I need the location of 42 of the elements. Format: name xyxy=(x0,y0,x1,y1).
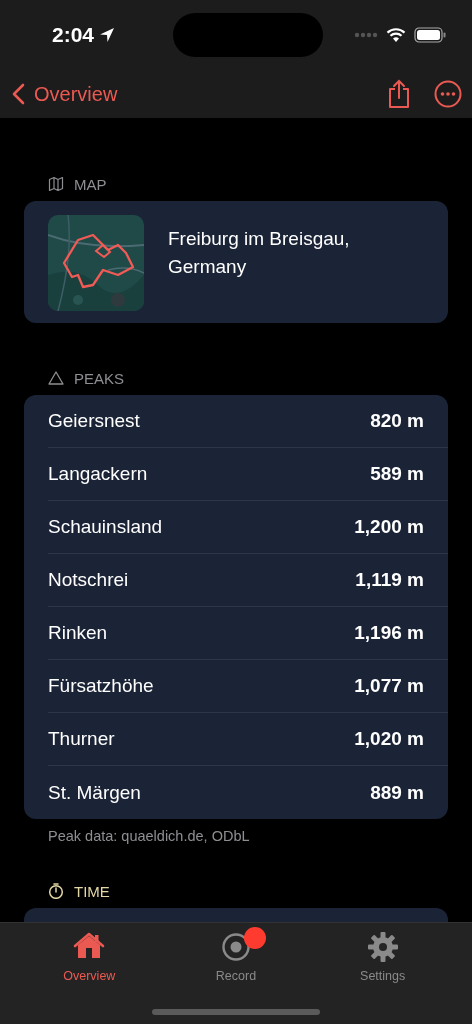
more-icon xyxy=(434,80,462,108)
status-time: 2:04 xyxy=(52,23,95,47)
share-button[interactable] xyxy=(386,79,412,109)
gear-icon xyxy=(366,931,399,963)
peak-elevation: 820 m xyxy=(370,410,424,432)
signal-icon xyxy=(354,32,378,38)
battery-icon xyxy=(414,27,446,43)
tab[interactable]: Overview xyxy=(34,931,145,983)
record-icon xyxy=(220,931,252,963)
location-arrow-icon xyxy=(98,26,117,44)
section-header: TIME xyxy=(74,882,110,900)
peak-name: Geiersnest xyxy=(48,410,140,432)
footnote: Peak data: quaeldich.de, ODbL xyxy=(47,827,251,844)
triangle-icon xyxy=(48,370,64,386)
stopwatch-icon xyxy=(48,883,64,899)
peak-elevation: 1,196 m xyxy=(354,622,424,644)
section-header: PEAKS xyxy=(74,369,125,387)
peak-name: Langackern xyxy=(48,463,148,485)
chevron-left-icon xyxy=(12,83,25,105)
peak-elevation: 1,077 m xyxy=(354,675,424,697)
map-card[interactable]: Freiburg im Breisgau, Germany xyxy=(24,201,448,323)
wifi-icon xyxy=(386,27,406,43)
share-icon xyxy=(386,79,412,109)
map-icon xyxy=(48,176,64,192)
peak-name: Schauinsland xyxy=(48,516,163,538)
peak-name: Rinken xyxy=(48,622,108,644)
place-name: Freiburg im Breisgau, Germany xyxy=(168,227,351,279)
peak-name: Fürsatzhöhe xyxy=(48,675,154,697)
peak-elevation: 1,200 m xyxy=(354,516,424,538)
peak-name: Notschrei xyxy=(48,569,129,591)
peak-name: St. Märgen xyxy=(48,781,141,804)
peak-elevation: 889 m xyxy=(370,781,424,804)
more-button[interactable] xyxy=(434,80,462,108)
tab[interactable]: Settings xyxy=(327,931,438,983)
tab[interactable]: Record xyxy=(181,931,291,983)
dynamic-island-icon xyxy=(173,13,323,57)
peak-elevation: 1,020 m xyxy=(354,728,424,750)
back-button[interactable]: Overview xyxy=(10,82,120,106)
peak-name: Thurner xyxy=(48,728,115,750)
section-header: MAP xyxy=(74,175,107,193)
peak-elevation: 589 m xyxy=(370,463,424,485)
peak-elevation: 1,119 m xyxy=(355,569,424,591)
